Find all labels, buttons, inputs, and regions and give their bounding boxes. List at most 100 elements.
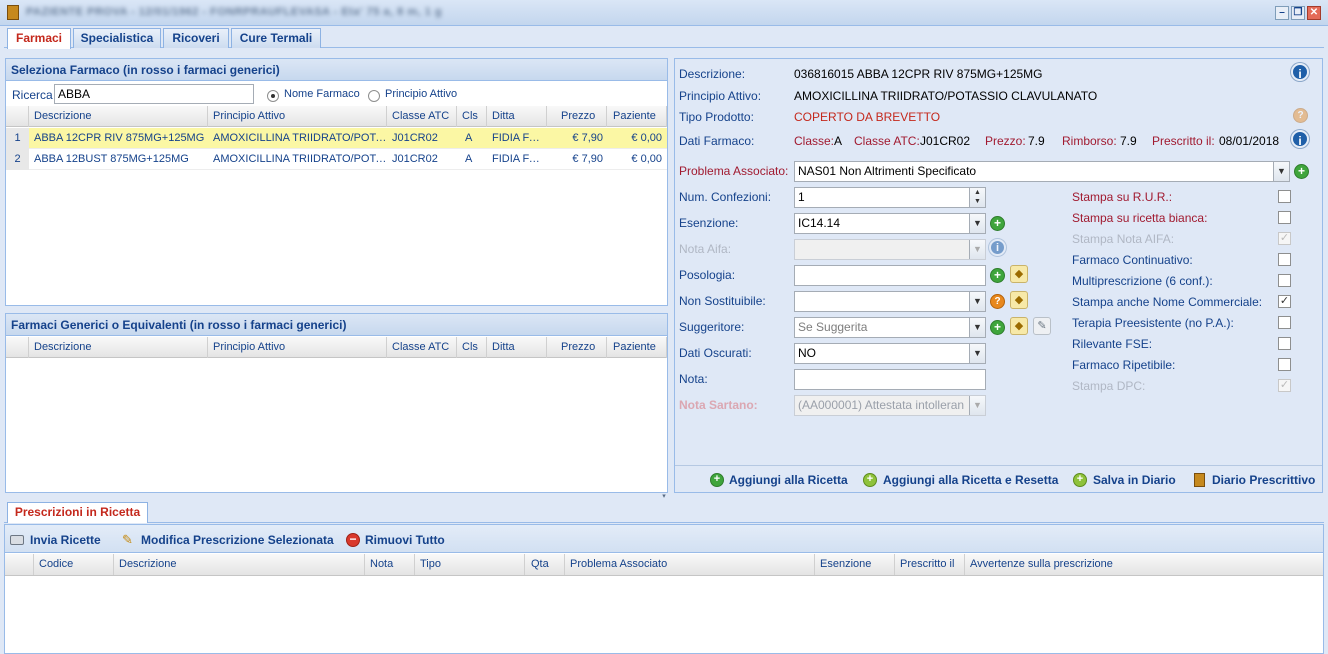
add-reset-icon: + [863, 473, 877, 487]
table-row[interactable]: 2 ABBA 12BUST 875MG+125MG AMOXICILLINA T… [6, 149, 667, 170]
chevron-down-icon[interactable]: ▼ [969, 214, 985, 233]
info-icon[interactable]: i [1291, 63, 1309, 81]
col-problema[interactable]: Problema Associato [565, 554, 815, 575]
classe-label: Classe: [794, 134, 835, 148]
radio-principio-attivo[interactable] [368, 90, 380, 102]
col-principio[interactable]: Principio Attivo [208, 337, 387, 358]
chevron-down-icon[interactable]: ▼ [969, 344, 985, 363]
info-icon: i [989, 239, 1006, 256]
chevron-down-icon[interactable]: ▼ [1273, 162, 1289, 181]
close-icon[interactable]: ✕ [1307, 6, 1321, 20]
col-ditta[interactable]: Ditta [487, 106, 547, 127]
shield-icon[interactable]: ◆ [1010, 265, 1028, 283]
dati-farmaco-label: Dati Farmaco: [679, 134, 755, 148]
col-tipo[interactable]: Tipo [415, 554, 525, 575]
add-esenzione-icon[interactable]: + [990, 216, 1005, 231]
checkbox-ricetta-bianca[interactable] [1278, 211, 1291, 224]
confezioni-stepper[interactable]: 1 ▲ ▼ [794, 187, 986, 208]
col-paziente[interactable]: Paziente [607, 106, 667, 127]
help-icon[interactable]: ? [990, 294, 1005, 309]
tab-farmaci[interactable]: Farmaci [7, 28, 71, 49]
tab-cure-termali[interactable]: Cure Termali [231, 28, 321, 48]
posologia-input[interactable] [794, 265, 986, 286]
checkbox-nome-commerciale[interactable]: ✓ [1278, 295, 1291, 308]
chevron-down-icon: ▼ [969, 396, 985, 415]
prezzo-value: 7.9 [1028, 134, 1045, 148]
col-qta[interactable]: Qta [525, 554, 565, 575]
nota-input[interactable] [794, 369, 986, 390]
stepper-arrows-icon[interactable]: ▲ ▼ [969, 188, 985, 207]
col-esenzione[interactable]: Esenzione [815, 554, 895, 575]
chevron-down-icon: ▼ [969, 240, 985, 259]
problema-value: NAS01 Non Altrimenti Specificato [798, 164, 977, 178]
checkbox-stampa-dpc: ✓ [1278, 379, 1291, 392]
col-principio[interactable]: Principio Attivo [208, 106, 387, 127]
non-sostituibile-select[interactable]: ▼ [794, 291, 986, 312]
table-row[interactable]: 1 ABBA 12CPR RIV 875MG+125MG AMOXICILLIN… [6, 128, 667, 149]
minimize-icon[interactable]: – [1275, 6, 1289, 20]
col-ditta[interactable]: Ditta [487, 337, 547, 358]
col-codice[interactable]: Codice [34, 554, 114, 575]
col-paziente[interactable]: Paziente [607, 337, 667, 358]
nota-sartano-label: Nota Sartano: [679, 398, 758, 412]
search-input[interactable]: ABBA [54, 84, 254, 104]
invia-label: Invia Ricette [30, 533, 101, 547]
checkbox-continuativo[interactable] [1278, 253, 1291, 266]
suggeritore-select[interactable]: Se Suggerita ▼ [794, 317, 986, 338]
col-classe-atc[interactable]: Classe ATC [387, 106, 457, 127]
diary-book-icon [1194, 473, 1205, 487]
cell-paziente: € 0,00 [631, 132, 662, 144]
cell-ditta: FIDIA FARMACEUTICI [492, 132, 545, 144]
checkbox-terapia-preesistente[interactable] [1278, 316, 1291, 329]
descrizione-value: 036816015 ABBA 12CPR RIV 875MG+125MG [794, 67, 1043, 81]
add-suggeritore-icon[interactable]: + [990, 320, 1005, 335]
dati-oscurati-select[interactable]: NO ▼ [794, 343, 986, 364]
help-icon: ? [1293, 108, 1308, 123]
chevron-down-icon[interactable]: ▼ [969, 292, 985, 311]
tab-specialistica[interactable]: Specialistica [73, 28, 161, 48]
col-descrizione[interactable]: Descrizione [29, 337, 208, 358]
splitter-handle[interactable]: ▾ [652, 493, 676, 500]
col-prezzo[interactable]: Prezzo [547, 337, 607, 358]
col-prezzo[interactable]: Prezzo [547, 106, 607, 127]
chk-label-ripetibile: Farmaco Ripetibile: [1072, 358, 1176, 372]
checkbox-ripetibile[interactable] [1278, 358, 1291, 371]
checkbox-multiprescrizione[interactable] [1278, 274, 1291, 287]
chk-label-stampa-dpc: Stampa DPC: [1072, 379, 1146, 393]
brush-icon[interactable]: ✎ [1033, 317, 1051, 335]
col-descrizione[interactable]: Descrizione [114, 554, 365, 575]
col-descrizione[interactable]: Descrizione [29, 106, 208, 127]
add-problema-icon[interactable]: + [1294, 164, 1309, 179]
checkbox-rur[interactable] [1278, 190, 1291, 203]
suggeritore-label: Suggeritore: [679, 320, 745, 334]
col-cls[interactable]: Cls [457, 106, 487, 127]
tab-ricoveri[interactable]: Ricoveri [163, 28, 229, 48]
col-nota[interactable]: Nota [365, 554, 415, 575]
col-cls[interactable]: Cls [457, 337, 487, 358]
col-prescritto[interactable]: Prescritto il [895, 554, 965, 575]
add-posologia-icon[interactable]: + [990, 268, 1005, 283]
problema-select[interactable]: NAS01 Non Altrimenti Specificato ▼ [794, 161, 1290, 182]
printer-icon [10, 535, 24, 545]
classe-atc-value: J01CR02 [920, 134, 971, 148]
esenzione-select[interactable]: IC14.14 ▼ [794, 213, 986, 234]
chk-label-nome-commerciale: Stampa anche Nome Commerciale: [1072, 295, 1263, 309]
info-icon[interactable]: i [1291, 130, 1309, 148]
radio-nome-farmaco[interactable] [267, 90, 279, 102]
dati-oscurati-label: Dati Oscurati: [679, 346, 752, 360]
cell-paziente: € 0,00 [631, 153, 662, 165]
tab-prescrizioni[interactable]: Prescrizioni in Ricetta [7, 502, 148, 523]
aggiungi-resetta-label: Aggiungi alla Ricetta e Resetta [883, 473, 1059, 487]
col-avvertenze[interactable]: Avvertenze sulla prescrizione [965, 554, 1323, 575]
cell-principio: AMOXICILLINA TRIIDRATO/POTASSIO [213, 132, 387, 144]
bottom-tabbar [4, 500, 1324, 523]
nota-label: Nota: [679, 372, 708, 386]
col-classe-atc[interactable]: Classe ATC [387, 337, 457, 358]
restore-icon[interactable]: ❐ [1291, 6, 1305, 20]
shield-icon[interactable]: ◆ [1010, 317, 1028, 335]
chevron-down-icon[interactable]: ▼ [969, 318, 985, 337]
chk-label-nota-aifa: Stampa Nota AIFA: [1072, 232, 1175, 246]
shield-icon[interactable]: ◆ [1010, 291, 1028, 309]
checkbox-rilevante-fse[interactable] [1278, 337, 1291, 350]
checkbox-nota-aifa: ✓ [1278, 232, 1291, 245]
